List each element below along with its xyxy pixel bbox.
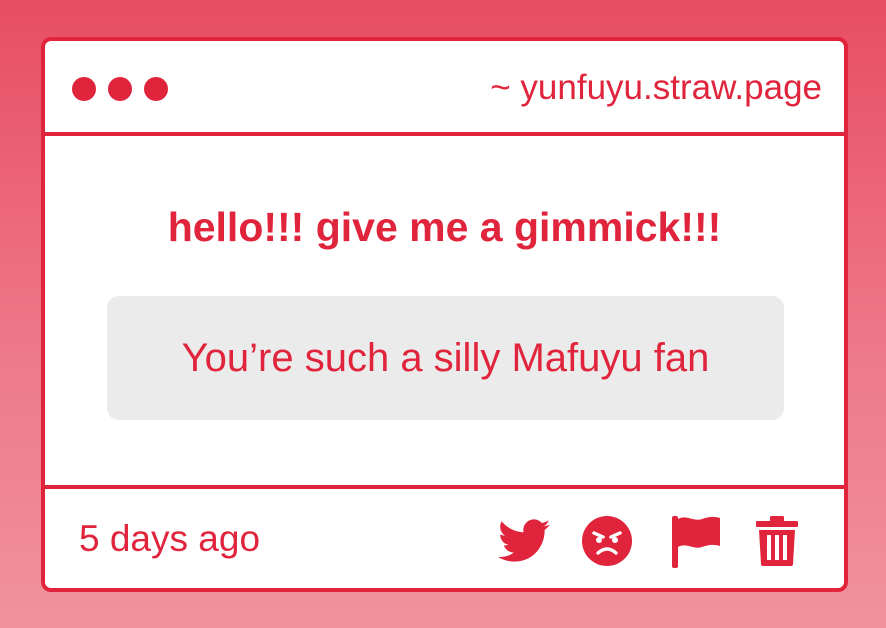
answer-text: You’re such a silly Mafuyu fan: [181, 335, 710, 380]
window-dots: [72, 77, 168, 101]
card-footer: 5 days ago: [45, 485, 844, 588]
report-button[interactable]: [669, 514, 723, 568]
delete-button[interactable]: [750, 514, 804, 568]
angry-face-icon: [582, 516, 632, 566]
timestamp: 5 days ago: [79, 518, 261, 559]
message-content: hello!!! give me a gimmick!!! You’re suc…: [45, 136, 844, 485]
share-twitter-button[interactable]: [497, 514, 551, 568]
window-header: ~ yunfuyu.straw.page: [45, 41, 844, 136]
twitter-icon: [498, 519, 550, 562]
trash-icon: [756, 516, 798, 566]
flag-icon: [672, 516, 720, 568]
window-dot-3: [144, 77, 168, 101]
react-angry-button[interactable]: [580, 514, 634, 568]
page-url: ~ yunfuyu.straw.page: [490, 68, 822, 107]
message-card: ~ yunfuyu.straw.page hello!!! give me a …: [41, 37, 848, 592]
window-dot-1: [72, 77, 96, 101]
answer-box: You’re such a silly Mafuyu fan: [107, 296, 784, 420]
window-dot-2: [108, 77, 132, 101]
question-text: hello!!! give me a gimmick!!!: [167, 204, 722, 250]
